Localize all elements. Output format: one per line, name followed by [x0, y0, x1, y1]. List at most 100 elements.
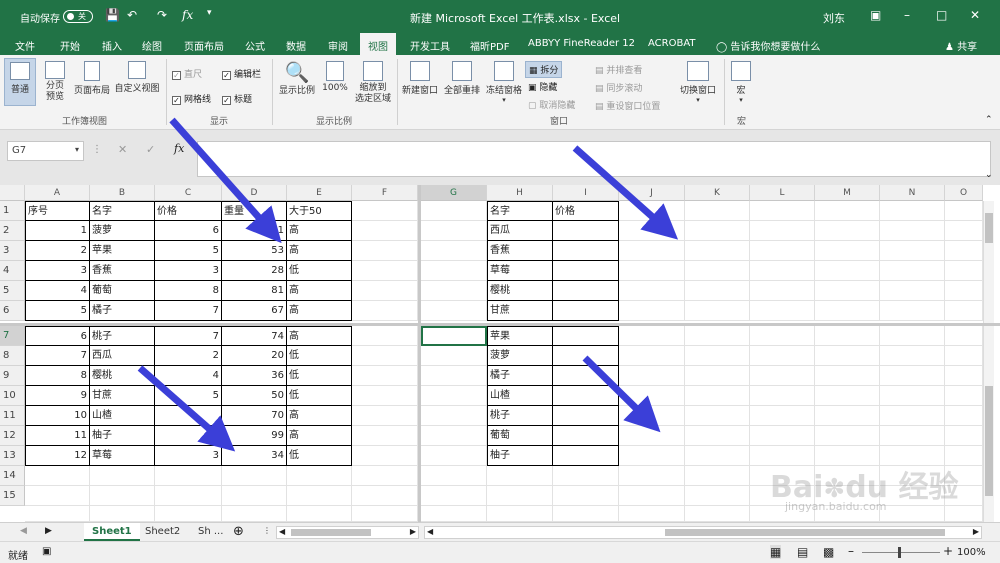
table-cell[interactable]: 橘子: [487, 366, 553, 386]
function-icon[interactable]: fx: [182, 8, 193, 22]
grid-cell[interactable]: [487, 466, 553, 486]
table-cell[interactable]: 低: [287, 366, 352, 386]
table-cell[interactable]: 樱桃: [487, 281, 553, 301]
grid-cell[interactable]: [880, 301, 945, 321]
grid-cell[interactable]: [815, 301, 880, 321]
table-cell[interactable]: [155, 406, 222, 426]
tab-insert[interactable]: 插入: [102, 38, 122, 53]
grid-cell[interactable]: [880, 366, 945, 386]
page-break-preview-button[interactable]: 分页 预览: [40, 61, 70, 103]
grid-cell[interactable]: [222, 486, 287, 506]
grid-cell[interactable]: [619, 446, 685, 466]
grid-cell[interactable]: [619, 281, 685, 301]
grid-cell[interactable]: [352, 346, 418, 366]
grid-cell[interactable]: [25, 486, 90, 506]
row-header[interactable]: 15: [0, 486, 25, 506]
grid-cell[interactable]: [352, 446, 418, 466]
row-header[interactable]: 12: [0, 426, 25, 446]
table-cell[interactable]: 苹果: [90, 241, 155, 261]
formula-input[interactable]: [197, 141, 991, 177]
grid-cell[interactable]: [90, 486, 155, 506]
grid-cell[interactable]: [685, 201, 750, 221]
table-header-cell[interactable]: 价格: [155, 201, 222, 221]
grid-cell[interactable]: [815, 326, 880, 346]
close-icon[interactable]: ✕: [970, 8, 980, 22]
grid-cell[interactable]: [945, 281, 983, 301]
grid-cell[interactable]: [421, 281, 487, 301]
column-header[interactable]: K: [685, 185, 750, 201]
grid-cell[interactable]: [815, 426, 880, 446]
tell-me-search[interactable]: ◯ 告诉我你想要做什么: [716, 38, 820, 53]
table-cell[interactable]: 28: [222, 261, 287, 281]
grid-cell[interactable]: [222, 466, 287, 486]
grid-cell[interactable]: [553, 486, 619, 506]
table-cell[interactable]: 4: [25, 281, 90, 301]
grid-cell[interactable]: [352, 281, 418, 301]
grid-cell[interactable]: [685, 261, 750, 281]
table-cell[interactable]: 葡萄: [90, 281, 155, 301]
collapse-ribbon-icon[interactable]: ⌃: [985, 115, 993, 125]
tab-developer[interactable]: 开发工具: [410, 38, 450, 53]
column-header[interactable]: F: [352, 185, 418, 201]
table-cell[interactable]: 低: [287, 446, 352, 466]
scroll-left-icon[interactable]: ◀: [279, 527, 285, 536]
hide-button[interactable]: ▣ 隐藏: [528, 80, 557, 93]
row-header[interactable]: 11: [0, 406, 25, 426]
grid-cell[interactable]: [421, 446, 487, 466]
tab-acrobat[interactable]: ACROBAT: [648, 38, 696, 49]
grid-cell[interactable]: [352, 506, 418, 522]
grid-cell[interactable]: [487, 506, 553, 522]
table-cell[interactable]: 61: [222, 221, 287, 241]
table-cell[interactable]: 草莓: [90, 446, 155, 466]
column-header[interactable]: J: [619, 185, 685, 201]
row-header[interactable]: 14: [0, 466, 25, 486]
minimize-icon[interactable]: –: [904, 8, 910, 22]
formula-bar-checkbox[interactable]: ✓ 编辑栏: [222, 67, 261, 80]
grid-cell[interactable]: [352, 326, 418, 346]
table-cell[interactable]: 3: [155, 446, 222, 466]
table-cell[interactable]: 10: [25, 406, 90, 426]
normal-view-icon[interactable]: ▦: [770, 545, 782, 559]
grid-cell[interactable]: [155, 486, 222, 506]
table-cell[interactable]: [553, 426, 619, 446]
table-cell[interactable]: 低: [287, 261, 352, 281]
grid-cell[interactable]: [421, 386, 487, 406]
grid-cell[interactable]: [685, 281, 750, 301]
tab-file[interactable]: 文件: [15, 38, 35, 53]
grid-cell[interactable]: [750, 261, 815, 281]
column-header[interactable]: B: [90, 185, 155, 201]
grid-cell[interactable]: [945, 221, 983, 241]
tab-draw[interactable]: 绘图: [142, 38, 162, 53]
grid-cell[interactable]: [685, 406, 750, 426]
grid-cell[interactable]: [685, 466, 750, 486]
grid-cell[interactable]: [945, 406, 983, 426]
grid-cell[interactable]: [685, 446, 750, 466]
table-cell[interactable]: 2: [25, 241, 90, 261]
table-cell[interactable]: 7: [155, 301, 222, 321]
grid-cell[interactable]: [421, 406, 487, 426]
table-cell[interactable]: [553, 221, 619, 241]
table-cell[interactable]: 樱桃: [90, 366, 155, 386]
grid-cell[interactable]: [619, 486, 685, 506]
zoom-button[interactable]: 🔍 显示比例: [277, 61, 317, 96]
table-cell[interactable]: 36: [222, 366, 287, 386]
page-layout-view-button[interactable]: 页面布局: [72, 61, 112, 96]
table-cell[interactable]: 34: [222, 446, 287, 466]
column-header[interactable]: G: [421, 185, 487, 201]
table-cell[interactable]: 柚子: [487, 446, 553, 466]
table-cell[interactable]: 桃子: [487, 406, 553, 426]
enter-icon[interactable]: ✓: [146, 143, 155, 156]
grid-cell[interactable]: [352, 486, 418, 506]
customize-qat-icon[interactable]: ▾: [207, 8, 212, 18]
grid-cell[interactable]: [880, 506, 945, 522]
column-header[interactable]: C: [155, 185, 222, 201]
grid-cell[interactable]: [685, 426, 750, 446]
table-cell[interactable]: 葡萄: [487, 426, 553, 446]
table-cell[interactable]: 1: [25, 221, 90, 241]
grid-cell[interactable]: [619, 406, 685, 426]
table-header-cell[interactable]: 名字: [487, 201, 553, 221]
table-cell[interactable]: 12: [25, 446, 90, 466]
grid-cell[interactable]: [421, 201, 487, 221]
table-cell[interactable]: 5: [155, 241, 222, 261]
table-header-cell[interactable]: 价格: [553, 201, 619, 221]
